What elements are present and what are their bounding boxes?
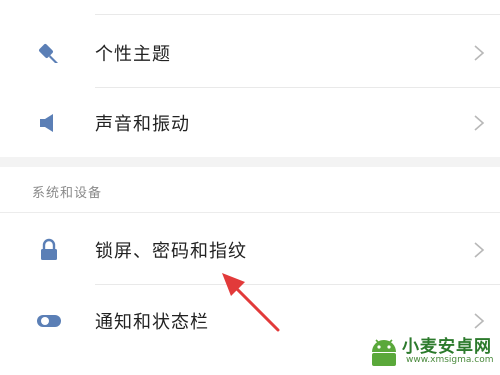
section-header: 系统和设备 [32,186,103,201]
settings-item-label: 声音和振动 [95,114,190,135]
watermark-logo: 小麦安卓网 www.xmsigma.com [366,330,496,372]
settings-item-label: 通知和状态栏 [95,312,209,333]
toggle-icon [36,308,62,334]
divider [95,284,500,285]
watermark-url: www.xmsigma.com [406,355,494,365]
settings-item-label: 个性主题 [95,44,171,65]
settings-item-theme[interactable]: 个性主题 [0,18,500,88]
settings-item-sound[interactable]: 声音和振动 [0,88,500,158]
android-robot-icon [372,339,396,366]
chevron-right-icon [472,240,486,260]
section-separator [0,157,500,167]
watermark-title: 小麦安卓网 [402,337,492,357]
divider [95,14,500,15]
settings-screen: 个性主题 声音和振动 系统和设备 锁屏、密码和指纹 通知和状态栏 小麦安卓网 w… [0,0,500,375]
chevron-right-icon [472,311,486,331]
settings-item-label: 锁屏、密码和指纹 [95,241,247,262]
theme-brush-icon [36,40,62,66]
divider [0,212,500,213]
lock-icon [36,237,62,263]
settings-item-lockscreen[interactable]: 锁屏、密码和指纹 [0,215,500,285]
speaker-icon [36,110,62,136]
chevron-right-icon [472,113,486,133]
chevron-right-icon [472,43,486,63]
